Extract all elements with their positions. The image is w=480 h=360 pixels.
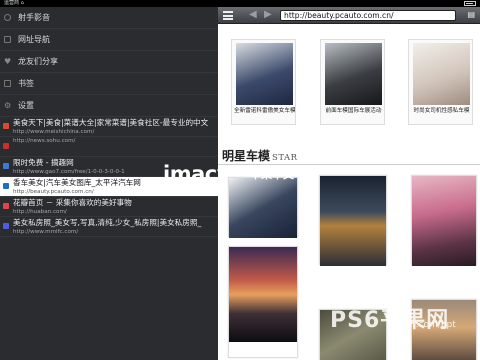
gallery-photo xyxy=(320,176,386,266)
section-title-text: 明星车模 xyxy=(222,149,271,163)
gallery-photo xyxy=(412,176,476,266)
gallery-card[interactable] xyxy=(411,175,477,266)
history-item[interactable]: 美食天下|美食|菜谱大全|家常菜谱|美食社区-最专业的中文 http://www… xyxy=(0,117,218,137)
site-watermark-url: ...com/ppt xyxy=(410,320,456,330)
sidebar-item-settings[interactable]: ⚙ 设置 xyxy=(0,95,218,117)
history-url: http://news.sohu.com/ xyxy=(13,138,76,144)
history-item[interactable]: 美女私房照_美女写,写真,清纯,少女_私房照|美女私房照_ http://www… xyxy=(0,217,218,237)
favicon-icon xyxy=(3,163,9,169)
watermark-logo: imacy xyxy=(163,162,230,186)
favicon-icon xyxy=(3,143,9,149)
history-title: 美女私房照_美女写,写真,清纯,少女_私房照|美女私房照_ xyxy=(13,218,202,227)
history-item[interactable]: http://news.sohu.com/ xyxy=(0,137,218,157)
status-bar: 运营商 ⌂ xyxy=(0,0,480,7)
sidebar-item-player[interactable]: 射手影音 xyxy=(0,7,218,29)
grid-icon xyxy=(4,36,11,43)
model-thumbnail[interactable]: 时尚女司机性感私车模 xyxy=(408,39,473,125)
app-window: 运营商 ⌂ 射手影音 网址导航 ♥ 龙友们分享 书签 ⚙ 设置 美食天下|美食|… xyxy=(0,0,480,360)
circle-icon xyxy=(4,14,11,21)
gallery-card[interactable] xyxy=(228,177,298,238)
history-url: http://www.meishichina.com/ xyxy=(13,129,95,135)
more-icon[interactable]: ▤ xyxy=(467,9,475,21)
model-photo xyxy=(325,43,382,105)
sidebar-item-label: 龙友们分享 xyxy=(18,57,58,66)
back-arrow-icon[interactable]: ◀ xyxy=(249,9,257,21)
forward-arrow-icon[interactable]: ▶ xyxy=(264,9,272,21)
model-thumbnail[interactable]: 全新雷诺科雷傲美女车模 xyxy=(231,39,296,125)
favicon-icon xyxy=(3,203,9,209)
thumbnail-caption: 全新雷诺科雷傲美女车模 xyxy=(234,108,295,114)
gallery-photo xyxy=(229,247,297,342)
history-item[interactable]: 花瓣首页 － 采集你喜欢的美好事物 http://huaban.com/ xyxy=(0,197,218,217)
sidebar-item-bookmarks[interactable]: 书签 xyxy=(0,73,218,95)
heart-icon: ♥ xyxy=(4,57,12,66)
model-thumbnail[interactable]: 前面车模国际车展活动 xyxy=(320,39,385,125)
sidebar-item-label: 射手影音 xyxy=(18,13,50,22)
history-title: 花瓣首页 － 采集你喜欢的美好事物 xyxy=(13,198,132,207)
sidebar-item-label: 设置 xyxy=(18,101,34,110)
history-title: 美食天下|美食|菜谱大全|家常菜谱|美食社区-最专业的中文 xyxy=(13,118,209,127)
model-photo xyxy=(236,43,293,105)
sidebar-item-label: 网址导航 xyxy=(18,35,50,44)
history-url: http://beauty.pcauto.com.cn/ xyxy=(13,189,94,195)
thumbnail-caption: 时尚女司机性感私车模 xyxy=(413,108,470,114)
menu-icon[interactable] xyxy=(223,11,233,20)
gallery-card[interactable] xyxy=(228,246,298,358)
history-url: http://www.mmlfc.com/ xyxy=(13,229,79,235)
battery-icon xyxy=(464,1,476,6)
address-bar[interactable]: http://beauty.pcauto.com.cn/ xyxy=(280,10,456,21)
watermark-text: 苹果中文 xyxy=(250,168,294,181)
favicon-icon xyxy=(3,183,9,189)
history-url: http://huaban.com/ xyxy=(13,209,67,215)
section-subtitle: STAR xyxy=(272,153,298,163)
sidebar-item-share[interactable]: ♥ 龙友们分享 xyxy=(0,51,218,73)
sidebar-item-navigation[interactable]: 网址导航 xyxy=(0,29,218,51)
browser-toolbar: ◀ ▶ http://beauty.pcauto.com.cn/ ▤ xyxy=(218,7,480,24)
carrier-label: 运营商 ⌂ xyxy=(4,0,24,6)
section-title: 明星车模 STAR xyxy=(222,149,298,165)
favicon-icon xyxy=(3,223,9,229)
thumbnail-caption: 前面车模国际车展活动 xyxy=(325,108,382,114)
gallery-photo xyxy=(229,178,297,238)
divider xyxy=(218,164,480,165)
favicon-icon xyxy=(3,123,9,129)
bookmark-icon xyxy=(4,80,11,87)
gear-icon: ⚙ xyxy=(4,101,12,110)
gallery-card[interactable] xyxy=(319,175,387,266)
sidebar-item-label: 书签 xyxy=(18,79,34,88)
model-photo xyxy=(413,43,470,105)
